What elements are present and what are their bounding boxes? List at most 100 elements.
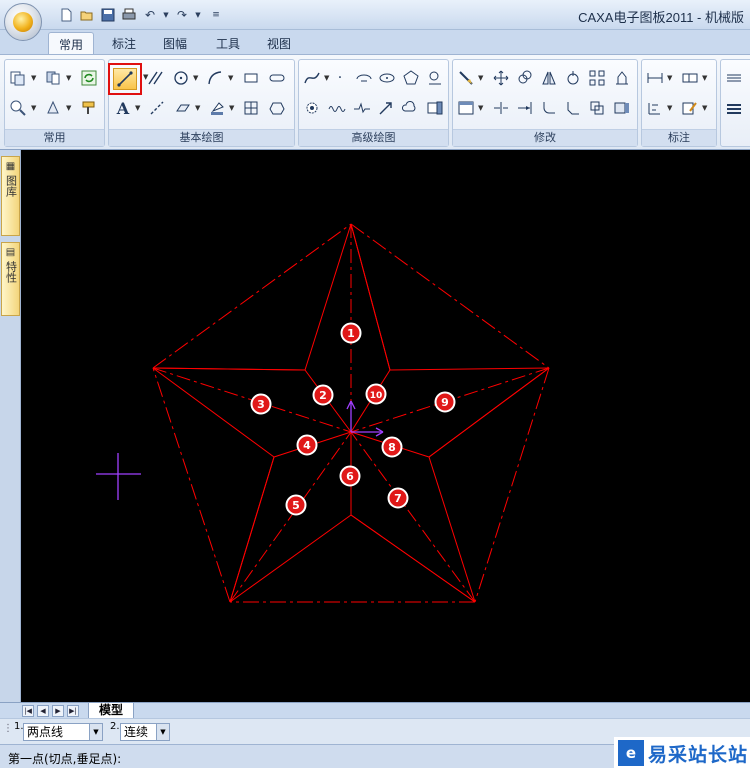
side-tab-properties[interactable]: ▤ 特性 [1,242,20,316]
customize-qat-icon[interactable]: ≡ [211,6,221,24]
erase-icon[interactable] [456,68,476,88]
circle-icon[interactable] [171,68,191,88]
side-tab-library[interactable]: ▦ 图库 [1,156,20,236]
first-sheet-button[interactable]: |◀ [22,705,34,717]
dropdown-arrow-icon[interactable]: ▼ [143,67,149,87]
explode-icon[interactable] [456,98,476,118]
extend-icon[interactable] [515,98,535,118]
block-icon[interactable] [43,68,63,88]
dropdown-arrow-icon[interactable]: ▼ [478,68,484,88]
dropdown-arrow-icon[interactable]: ▼ [135,98,141,118]
arrow-icon[interactable] [376,98,396,118]
next-sheet-button[interactable]: ▶ [52,705,64,717]
dropdown-arrow-icon[interactable]: ▼ [229,98,235,118]
tab-annotate[interactable]: 标注 [102,32,146,54]
pentagon-icon[interactable] [401,68,421,88]
scale-icon[interactable] [612,68,632,88]
arc-icon[interactable] [205,68,225,88]
edit-annotation-icon[interactable] [680,98,700,118]
centerline-icon[interactable] [147,98,167,118]
grid-icon[interactable] [241,98,261,118]
pan-icon[interactable] [43,98,63,118]
dropdown-arrow-icon[interactable]: ▼ [667,98,673,118]
last-sheet-button[interactable]: ▶| [67,705,79,717]
tolerance-icon[interactable] [680,68,700,88]
dropdown-arrow-icon[interactable]: ▼ [194,6,202,24]
step-marker-10: 10 [365,383,387,405]
svg-text:6: 6 [346,470,354,483]
detail-view-icon[interactable] [425,68,445,88]
line-button[interactable] [108,63,142,95]
save-icon[interactable] [99,6,117,24]
tab-tools[interactable]: 工具 [206,32,250,54]
continuity-select[interactable]: 连续 ▼ [120,723,170,741]
dropdown-arrow-icon[interactable]: ▼ [193,68,199,88]
hatch-icon[interactable] [173,98,193,118]
dropdown-arrow-icon[interactable]: ▼ [31,68,37,88]
rectangle-icon[interactable] [241,68,261,88]
mirror-icon[interactable] [539,68,559,88]
star-edge [350,223,391,371]
offset-icon[interactable] [587,98,607,118]
copy-icon[interactable] [8,68,28,88]
layer-table-icon[interactable] [425,98,445,118]
dropdown-arrow-icon[interactable]: ▼ [478,98,484,118]
open-icon[interactable] [78,6,96,24]
star-pentagon-drawing: 1 2 3 4 5 6 7 8 9 10 [96,223,550,603]
dropdown-arrow-icon[interactable]: ▼ [31,98,37,118]
wave-line-icon[interactable] [327,98,347,118]
tab-frame[interactable]: 图幅 [153,32,197,54]
dropdown-arrow-icon[interactable]: ▼ [667,68,673,88]
prev-sheet-button[interactable]: ◀ [37,705,49,717]
move-icon[interactable] [491,68,511,88]
array-icon[interactable] [587,68,607,88]
redo-icon[interactable]: ↷ [173,6,191,24]
new-icon[interactable] [57,6,75,24]
ellipse-icon[interactable] [377,68,397,88]
fill-icon[interactable] [207,98,227,118]
ellipse-arc-icon[interactable] [354,68,374,88]
dropdown-arrow-icon[interactable]: ▼ [66,68,72,88]
dropdown-arrow-icon[interactable]: ▼ [66,98,72,118]
zoom-icon[interactable] [8,98,28,118]
spline-icon[interactable] [302,68,322,88]
point-icon[interactable]: · [330,68,350,88]
step-marker-8: 8 [381,436,403,458]
text-icon[interactable]: A [113,98,133,118]
rotate-icon[interactable] [563,68,583,88]
trim-icon[interactable] [491,98,511,118]
chamfer-icon[interactable] [563,98,583,118]
dropdown-arrow-icon[interactable]: ▼ [89,724,102,740]
cloud-line-icon[interactable] [400,98,420,118]
polygon-icon[interactable] [267,98,287,118]
dropdown-arrow-icon[interactable]: ▼ [195,98,201,118]
dropdown-arrow-icon[interactable]: ▼ [702,98,708,118]
tab-view[interactable]: 视图 [257,32,301,54]
refresh-icon[interactable] [79,68,99,88]
step-marker-1: 1 [340,322,362,344]
slot-icon[interactable] [267,68,287,88]
tab-model[interactable]: 模型 [88,703,135,719]
application-menu-button[interactable] [4,3,42,41]
undo-icon[interactable]: ↶ [141,6,159,24]
dropdown-arrow-icon[interactable]: ▼ [156,724,169,740]
coordinate-dim-icon[interactable] [645,98,665,118]
fillet-icon[interactable] [539,98,559,118]
gear-icon[interactable] [302,98,322,118]
tab-common[interactable]: 常用 [48,32,95,54]
quick-access-toolbar: ↶ ▼ ↷ ▼ ≡ [50,5,221,25]
dropdown-arrow-icon[interactable]: ▼ [228,68,234,88]
break-line-icon[interactable] [352,98,372,118]
dropdown-arrow-icon[interactable]: ▼ [162,6,170,24]
stretch-icon[interactable] [612,98,632,118]
format-painter-icon[interactable] [79,98,99,118]
print-icon[interactable] [120,6,138,24]
line-type-select[interactable]: 两点线 ▼ [23,723,103,741]
step-marker-2: 2 [312,384,334,406]
copy-move-icon[interactable] [515,68,535,88]
linetype-icon[interactable] [724,98,744,118]
dropdown-arrow-icon[interactable]: ▼ [702,68,708,88]
dimension-icon[interactable] [645,68,665,88]
layer-icon[interactable] [724,68,744,88]
drawing-canvas[interactable]: 1 2 3 4 5 6 7 8 9 10 [21,150,750,702]
